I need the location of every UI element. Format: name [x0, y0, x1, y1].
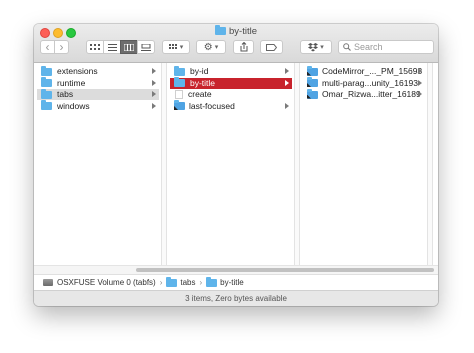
list-view-icon — [107, 43, 117, 51]
document-icon — [175, 90, 183, 99]
gallery-view-button[interactable] — [137, 40, 155, 54]
folder-icon — [41, 100, 52, 110]
path-bar-item[interactable]: tabs — [166, 276, 196, 287]
chevron-right-icon — [418, 68, 422, 74]
folder-icon — [174, 65, 185, 76]
horizontal-scrollbar[interactable] — [34, 265, 438, 274]
list-item[interactable]: CodeMirror_..._PM_15693 — [303, 65, 425, 77]
search-icon — [343, 43, 351, 51]
list-item[interactable]: Omar_Rizwa...itter_16189 — [303, 88, 425, 100]
chevron-right-icon: › — [199, 278, 203, 287]
folder-icon — [174, 77, 185, 87]
folder-icon — [206, 276, 218, 287]
chevron-right-icon — [285, 102, 289, 109]
chevron-right-icon: › — [59, 40, 64, 54]
list-item[interactable]: by-title — [170, 77, 292, 89]
list-item[interactable]: last-focused — [170, 100, 292, 112]
arrange-button[interactable]: ▾ — [162, 40, 190, 54]
column-browser: extensions runtime tabs windows by-id by-tit… — [34, 63, 438, 265]
search-input[interactable] — [351, 42, 428, 52]
gear-icon: ⚙ — [203, 41, 213, 53]
list-item[interactable]: multi-parag...unity_16193 — [303, 77, 425, 89]
list-item-label: CodeMirror_..._PM_15693 — [322, 66, 423, 76]
chevron-right-icon — [418, 91, 422, 97]
list-item[interactable]: extensions — [37, 65, 159, 77]
folder-icon — [41, 77, 52, 87]
tag-icon — [266, 43, 277, 51]
path-bar-item[interactable]: by-title — [206, 276, 244, 287]
list-item[interactable]: tabs — [37, 88, 159, 100]
disk-icon — [43, 279, 53, 286]
finder-window: by-title ‹ › ▾ ⚙ ▾ ▾ Search extensions r… — [34, 24, 438, 306]
dropbox-icon — [308, 42, 319, 51]
folder-icon — [41, 65, 52, 76]
folder-icon — [41, 88, 52, 99]
chevron-right-icon: › — [159, 278, 163, 287]
path-bar-item-label: tabs — [180, 278, 196, 287]
gallery-view-icon — [141, 43, 151, 51]
browser-column-1[interactable]: extensions runtime tabs windows — [34, 63, 162, 265]
list-item-label: extensions — [57, 66, 98, 76]
icon-view-icon — [90, 43, 100, 50]
folder-icon — [215, 25, 226, 35]
scrollbar-thumb[interactable] — [136, 268, 434, 272]
alias-folder-icon — [307, 77, 318, 87]
list-item[interactable]: by-id — [170, 65, 292, 77]
dropbox-button[interactable]: ▾ — [300, 40, 332, 54]
action-button[interactable]: ⚙ ▾ — [196, 40, 226, 54]
folder-icon — [166, 276, 178, 287]
list-item[interactable]: create — [170, 89, 292, 100]
chevron-right-icon — [152, 68, 156, 74]
chevron-right-icon — [285, 79, 289, 86]
window-title-text: by-title — [229, 26, 257, 37]
path-bar-item-label: by-title — [220, 278, 244, 287]
list-item-label: by-id — [190, 66, 209, 76]
view-mode-group — [86, 40, 155, 54]
chevron-right-icon — [152, 102, 156, 109]
alias-folder-icon — [174, 100, 185, 110]
path-bar: OSXFUSE Volume 0 (tabfs) › tabs › by-title — [34, 274, 438, 290]
chevron-right-icon — [152, 91, 156, 97]
path-bar-item-label: OSXFUSE Volume 0 (tabfs) — [57, 278, 156, 287]
column-view-icon — [124, 43, 134, 51]
icon-view-button[interactable] — [86, 40, 104, 54]
list-item-label: runtime — [57, 77, 86, 88]
search-field[interactable] — [338, 40, 434, 54]
share-icon — [240, 42, 247, 52]
path-bar-item[interactable]: OSXFUSE Volume 0 (tabfs) — [43, 278, 156, 287]
browser-column-3[interactable]: CodeMirror_..._PM_15693 multi-parag...uni… — [300, 63, 428, 265]
list-item[interactable]: runtime — [37, 77, 159, 89]
list-item-label: by-title — [190, 77, 216, 88]
tag-button[interactable] — [260, 40, 283, 54]
arrange-grid-icon — [168, 43, 177, 49]
browser-column-2[interactable]: by-id by-title create last-focused — [167, 63, 295, 265]
alias-folder-icon — [307, 88, 318, 99]
share-button[interactable] — [233, 40, 254, 54]
back-button[interactable]: ‹ — [40, 40, 55, 54]
status-text: 3 items, Zero bytes available — [185, 294, 287, 303]
list-item-label: multi-parag...unity_16193 — [322, 77, 418, 88]
navigation-group: ‹ › — [40, 40, 69, 54]
alias-folder-icon — [307, 65, 318, 76]
chevron-down-icon: ▾ — [320, 44, 324, 51]
title-bar: by-title ‹ › ▾ ⚙ ▾ ▾ Search — [34, 24, 438, 63]
list-item[interactable]: windows — [37, 100, 159, 112]
list-view-button[interactable] — [103, 40, 121, 54]
list-item-label: tabs — [57, 89, 74, 99]
chevron-right-icon — [152, 79, 156, 86]
column-resize-handle[interactable] — [428, 63, 433, 265]
chevron-down-icon: ▾ — [179, 44, 184, 51]
window-title: by-title — [34, 25, 438, 38]
list-item-label: create — [188, 89, 212, 99]
chevron-down-icon: ▾ — [214, 44, 219, 51]
list-item-label: Omar_Rizwa...itter_16189 — [322, 89, 421, 99]
status-bar: 3 items, Zero bytes available — [34, 290, 438, 306]
forward-button[interactable]: › — [54, 40, 69, 54]
list-item-label: last-focused — [189, 100, 235, 111]
list-item-label: windows — [57, 100, 90, 111]
chevron-right-icon — [418, 79, 422, 86]
chevron-left-icon: ‹ — [45, 40, 50, 54]
column-view-button[interactable] — [120, 40, 138, 54]
chevron-right-icon — [285, 68, 289, 74]
